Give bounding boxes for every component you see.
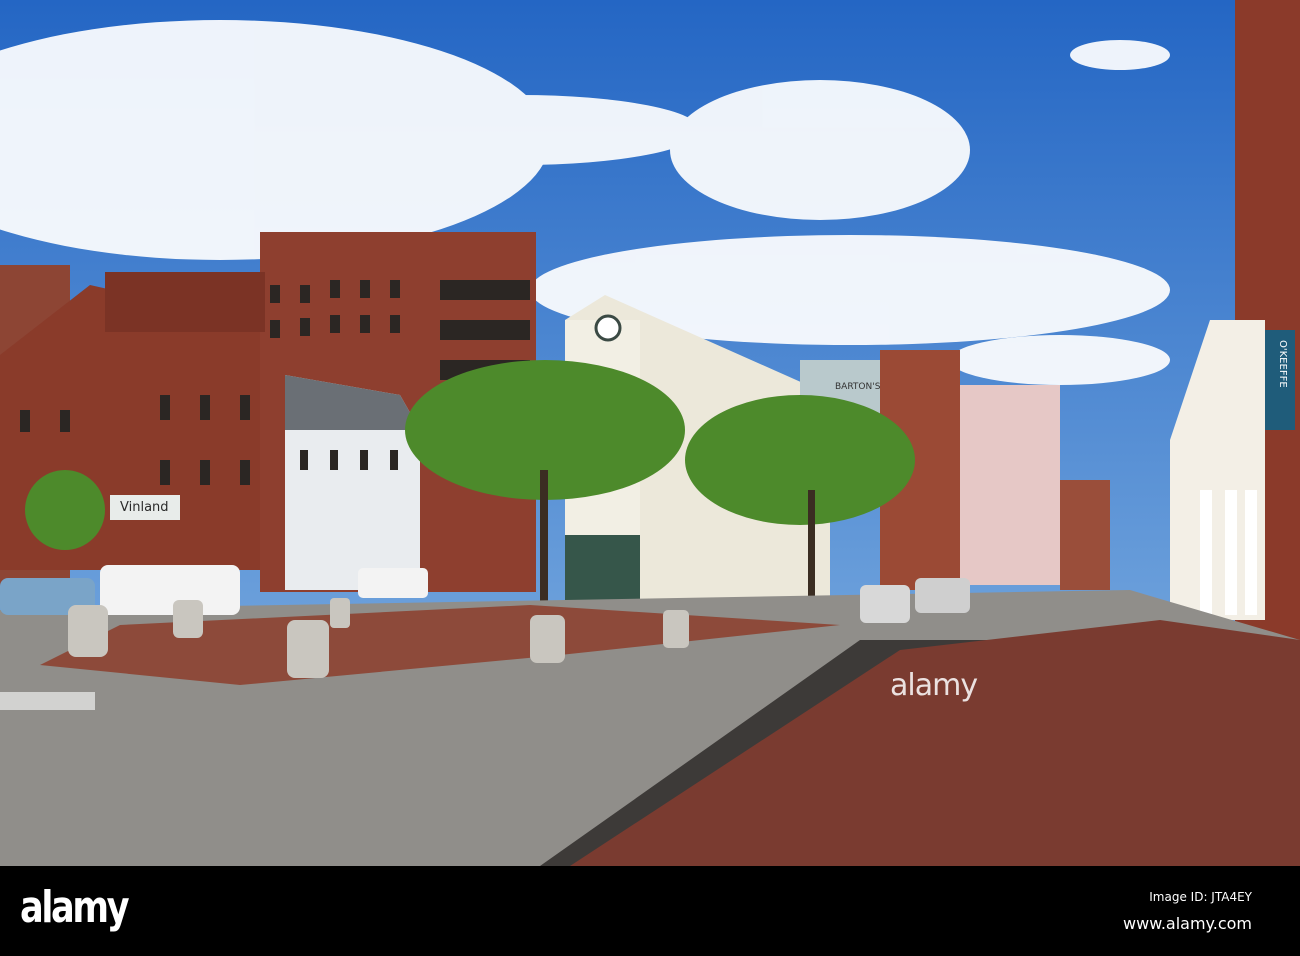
vinland-sign: Vinland (120, 500, 169, 515)
building-pink (955, 385, 1060, 585)
watermark-overlay: alamy (890, 668, 978, 703)
okeeffe-sign: O'KEEFFE (1277, 340, 1288, 388)
street-scene (0, 0, 1300, 866)
bartons-sign: BARTON'S (835, 382, 881, 392)
street-photo: Vinland O'KEEFFE BARTON'S alamy (0, 0, 1300, 866)
site-url: www.alamy.com (1123, 914, 1252, 933)
clock (594, 314, 622, 342)
alamy-logo: alamy (20, 882, 130, 933)
watermark-footer: alamy Image ID: JTA4EY www.alamy.com (0, 866, 1300, 956)
image-id: Image ID: JTA4EY (1149, 890, 1252, 904)
